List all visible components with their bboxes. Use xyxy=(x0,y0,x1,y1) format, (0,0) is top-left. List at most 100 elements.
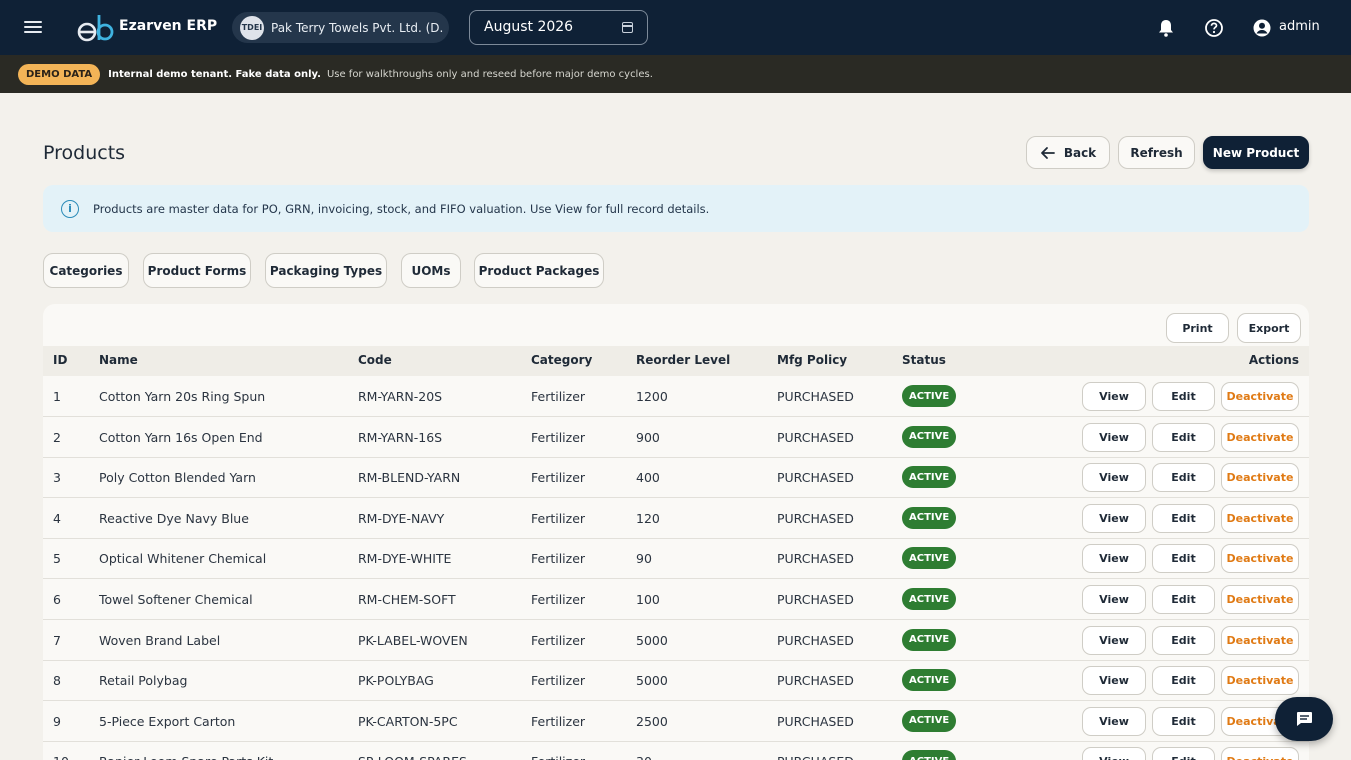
print-button[interactable]: Print xyxy=(1166,313,1229,343)
status-badge: ACTIVE xyxy=(902,588,957,610)
edit-button[interactable]: Edit xyxy=(1152,747,1215,760)
cell-name: Reactive Dye Navy Blue xyxy=(99,510,249,526)
cell-name: Optical Whitener Chemical xyxy=(99,551,267,567)
back-button[interactable]: Back xyxy=(1026,136,1110,169)
help-icon[interactable] xyxy=(1203,17,1225,39)
status-badge: ACTIVE xyxy=(902,547,957,570)
cell-name: Towel Softener Chemical xyxy=(99,592,253,607)
chip-packaging-types[interactable]: Packaging Types xyxy=(265,253,387,288)
edit-button[interactable]: Edit xyxy=(1152,503,1215,533)
demo-badge: DEMO DATA xyxy=(18,63,101,85)
table-row: 2 Cotton Yarn 16s Open End RM-YARN-16S Fert… xyxy=(43,417,1309,458)
deactivate-button[interactable]: Deactivate xyxy=(1221,585,1299,614)
view-button[interactable]: View xyxy=(1082,463,1146,493)
cell-name: Woven Brand Label xyxy=(99,632,221,648)
cell-code: RM-DYE-WHITE xyxy=(358,551,452,567)
deactivate-button[interactable]: Deactivate xyxy=(1221,544,1299,574)
chat-icon xyxy=(1297,712,1312,726)
view-button[interactable]: View xyxy=(1082,625,1146,655)
chip-product-packages[interactable]: Product Packages xyxy=(474,253,604,288)
new-product-button[interactable]: New Product xyxy=(1203,136,1309,169)
column-header-actions: Actions xyxy=(1248,353,1299,367)
chip-product-forms[interactable]: Product Forms xyxy=(143,253,251,288)
table-row: 1 Cotton Yarn 20s Ring Spun RM-YARN-20S Fer… xyxy=(43,376,1309,417)
logo-icon xyxy=(77,15,114,42)
cell-name: Cotton Yarn 16s Open End xyxy=(99,429,263,445)
cell-reorder-level: 2500 xyxy=(636,713,668,729)
table-row: 7 Woven Brand Label PK-LABEL-WOVEN Fertiliz… xyxy=(43,620,1309,661)
period-picker[interactable]: August 2026 xyxy=(469,10,648,45)
cell-mfg-policy: PURCHASED xyxy=(777,713,854,729)
user-name[interactable]: admin xyxy=(1279,19,1320,34)
cell-reorder-level: 5000 xyxy=(636,632,668,648)
refresh-button[interactable]: Refresh xyxy=(1118,136,1195,169)
tenant-name: Pak Terry Towels Pvt. Ltd. (D... xyxy=(271,20,443,35)
view-button[interactable]: View xyxy=(1082,585,1146,614)
calendar-icon[interactable] xyxy=(622,22,633,33)
cell-id: 4 xyxy=(53,510,61,526)
deactivate-button[interactable]: Deactivate xyxy=(1221,382,1299,411)
deactivate-button[interactable]: Deactivate xyxy=(1221,625,1299,655)
edit-button[interactable]: Edit xyxy=(1152,382,1215,411)
info-icon: i xyxy=(61,199,79,218)
export-button[interactable]: Export xyxy=(1237,313,1301,343)
table-row: 8 Retail Polybag PK-POLYBAG Fertilizer 5000 P… xyxy=(43,660,1309,702)
cell-reorder-level: 900 xyxy=(636,429,660,445)
view-button[interactable]: View xyxy=(1082,747,1146,760)
column-header-code[interactable]: Code xyxy=(358,353,392,367)
column-header-id[interactable]: ID xyxy=(53,353,67,367)
deactivate-button[interactable]: Deactivate xyxy=(1221,666,1299,696)
edit-button[interactable]: Edit xyxy=(1152,422,1215,452)
view-button[interactable]: View xyxy=(1082,382,1146,411)
column-header-mfg-policy[interactable]: Mfg Policy xyxy=(777,353,847,367)
edit-button[interactable]: Edit xyxy=(1152,544,1215,574)
edit-button[interactable]: Edit xyxy=(1152,666,1215,696)
column-header-status[interactable]: Status xyxy=(902,353,946,367)
view-button[interactable]: View xyxy=(1082,666,1146,696)
cell-reorder-level: 90 xyxy=(636,551,652,567)
view-button[interactable]: View xyxy=(1082,422,1146,452)
page-title: Products xyxy=(43,142,126,164)
cell-code: PK-POLYBAG xyxy=(358,673,434,689)
status-badge: ACTIVE xyxy=(902,628,957,651)
period-value: August 2026 xyxy=(484,19,574,35)
cell-id: 9 xyxy=(53,713,61,729)
hamburger-menu-icon[interactable] xyxy=(22,18,44,38)
cell-code: RM-DYE-NAVY xyxy=(358,510,445,526)
deactivate-button[interactable]: Deactivate xyxy=(1221,463,1299,493)
view-button[interactable]: View xyxy=(1082,544,1146,574)
view-button[interactable]: View xyxy=(1082,706,1146,736)
tenant-selector[interactable]: TDEI Pak Terry Towels Pvt. Ltd. (D... xyxy=(232,12,449,43)
column-header-name[interactable]: Name xyxy=(99,353,138,367)
bell-icon[interactable] xyxy=(1155,17,1177,39)
edit-button[interactable]: Edit xyxy=(1152,706,1215,736)
deactivate-button[interactable]: Deactivate xyxy=(1221,503,1299,533)
status-badge: ACTIVE xyxy=(902,385,957,407)
cell-category: Fertilizer xyxy=(531,429,586,445)
chat-button[interactable] xyxy=(1275,697,1333,741)
edit-button[interactable]: Edit xyxy=(1152,625,1215,655)
cell-category: Fertilizer xyxy=(531,389,586,404)
cell-id: 3 xyxy=(53,470,61,486)
cell-category: Fertilizer xyxy=(531,754,585,760)
brand-name: Ezarven ERP xyxy=(119,18,218,34)
cell-name: Cotton Yarn 20s Ring Spun xyxy=(99,389,266,404)
cell-category: Fertilizer xyxy=(531,510,586,526)
demo-notice-strong: Internal demo tenant. Fake data only. xyxy=(108,68,321,80)
column-header-category[interactable]: Category xyxy=(531,353,592,367)
chip-uoms[interactable]: UOMs xyxy=(401,253,461,288)
cell-name: Rapier Loom Spare Parts Kit xyxy=(99,754,273,760)
cell-category: Fertilizer xyxy=(531,470,586,486)
cell-id: 1 xyxy=(53,389,61,404)
column-header-reorder-level[interactable]: Reorder Level xyxy=(636,353,730,367)
user-avatar-icon[interactable] xyxy=(1251,17,1273,39)
cell-mfg-policy: PURCHASED xyxy=(777,673,854,689)
chip-categories[interactable]: Categories xyxy=(43,253,129,288)
edit-button[interactable]: Edit xyxy=(1152,463,1215,493)
deactivate-button[interactable]: Deactivate xyxy=(1221,747,1299,760)
view-button[interactable]: View xyxy=(1082,503,1146,533)
edit-button[interactable]: Edit xyxy=(1152,585,1215,614)
cell-name: Poly Cotton Blended Yarn xyxy=(99,470,256,486)
deactivate-button[interactable]: Deactivate xyxy=(1221,422,1299,452)
cell-category: Fertilizer xyxy=(531,713,586,729)
